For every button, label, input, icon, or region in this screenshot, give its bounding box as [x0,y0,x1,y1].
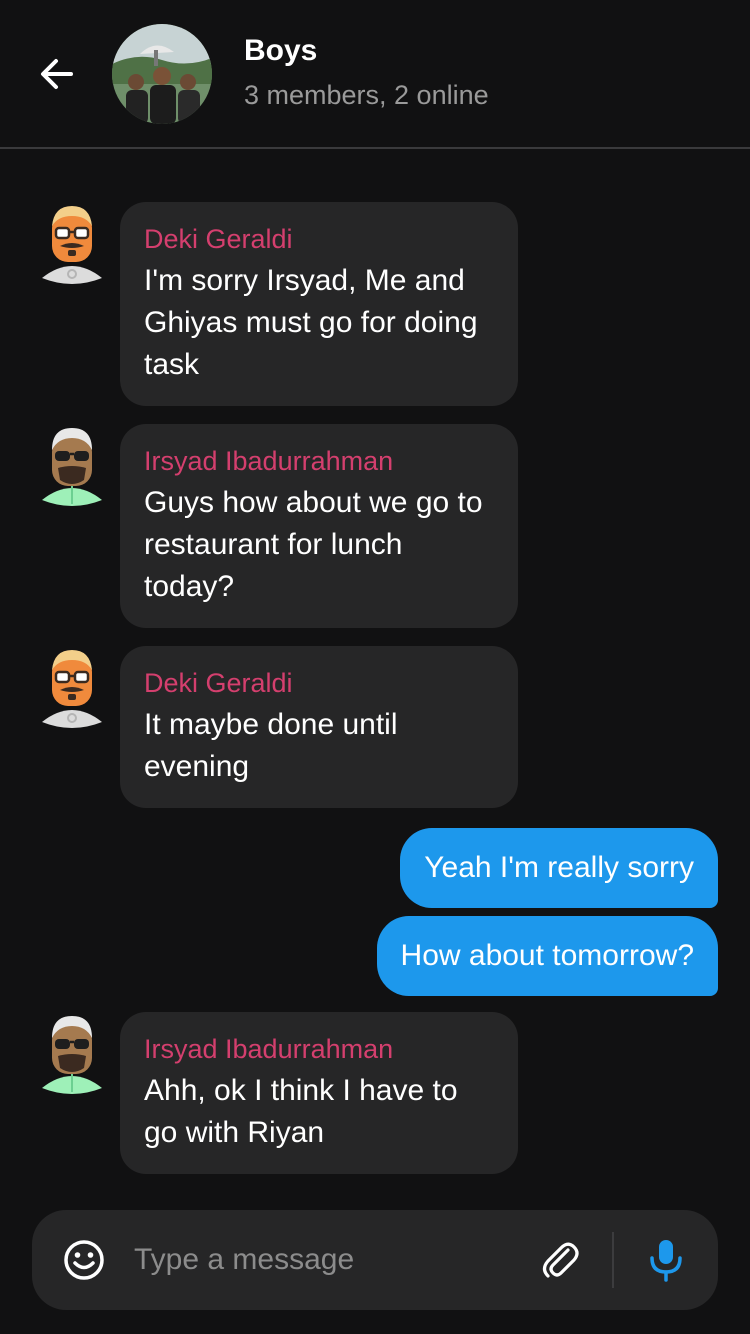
sender-name[interactable]: Irsyad Ibadurrahman [144,1032,494,1066]
emoji-button[interactable] [62,1238,106,1282]
message-bubble[interactable]: Deki Geraldi It maybe done until evening [120,646,518,808]
message-bubble[interactable]: Deki Geraldi I'm sorry Irsyad, Me and Gh… [120,202,518,406]
message-bubble[interactable]: Irsyad Ibadurrahman Ahh, ok I think I ha… [120,1012,518,1174]
sender-name[interactable]: Irsyad Ibadurrahman [144,444,494,478]
deki-avatar [40,204,104,284]
message-input[interactable] [134,1232,514,1288]
composer-divider [612,1232,614,1288]
message-text: I'm sorry Irsyad, Me and Ghiyas must go … [144,264,478,381]
microphone-icon [650,1240,682,1282]
message-bubble[interactable]: Irsyad Ibadurrahman Guys how about we go… [120,424,518,628]
emoji-icon [64,1240,104,1280]
chat-header: Boys 3 members, 2 online [0,0,750,149]
outgoing-message-bubble[interactable]: Yeah I'm really sorry [400,828,718,908]
message-composer [32,1210,718,1310]
message-text: Ahh, ok I think I have to go with Riyan [144,1074,458,1149]
outgoing-message-bubble[interactable]: How about tomorrow? [376,916,718,996]
deki-avatar [40,648,104,728]
arrow-left-icon [41,59,73,89]
group-avatar[interactable] [112,24,212,124]
chat-title: Boys [244,34,318,67]
irsyad-avatar [40,1014,104,1094]
attach-button[interactable] [538,1238,582,1282]
paperclip-icon [542,1242,579,1278]
chat-subtitle: 3 members, 2 online [244,80,489,110]
sender-name[interactable]: Deki Geraldi [144,222,494,256]
back-button[interactable] [30,50,82,98]
microphone-button[interactable] [644,1236,688,1284]
irsyad-avatar [40,426,104,506]
message-text: Guys how about we go to restaurant for l… [144,486,483,603]
sender-name[interactable]: Deki Geraldi [144,666,494,700]
message-text: It maybe done until evening [144,708,398,783]
